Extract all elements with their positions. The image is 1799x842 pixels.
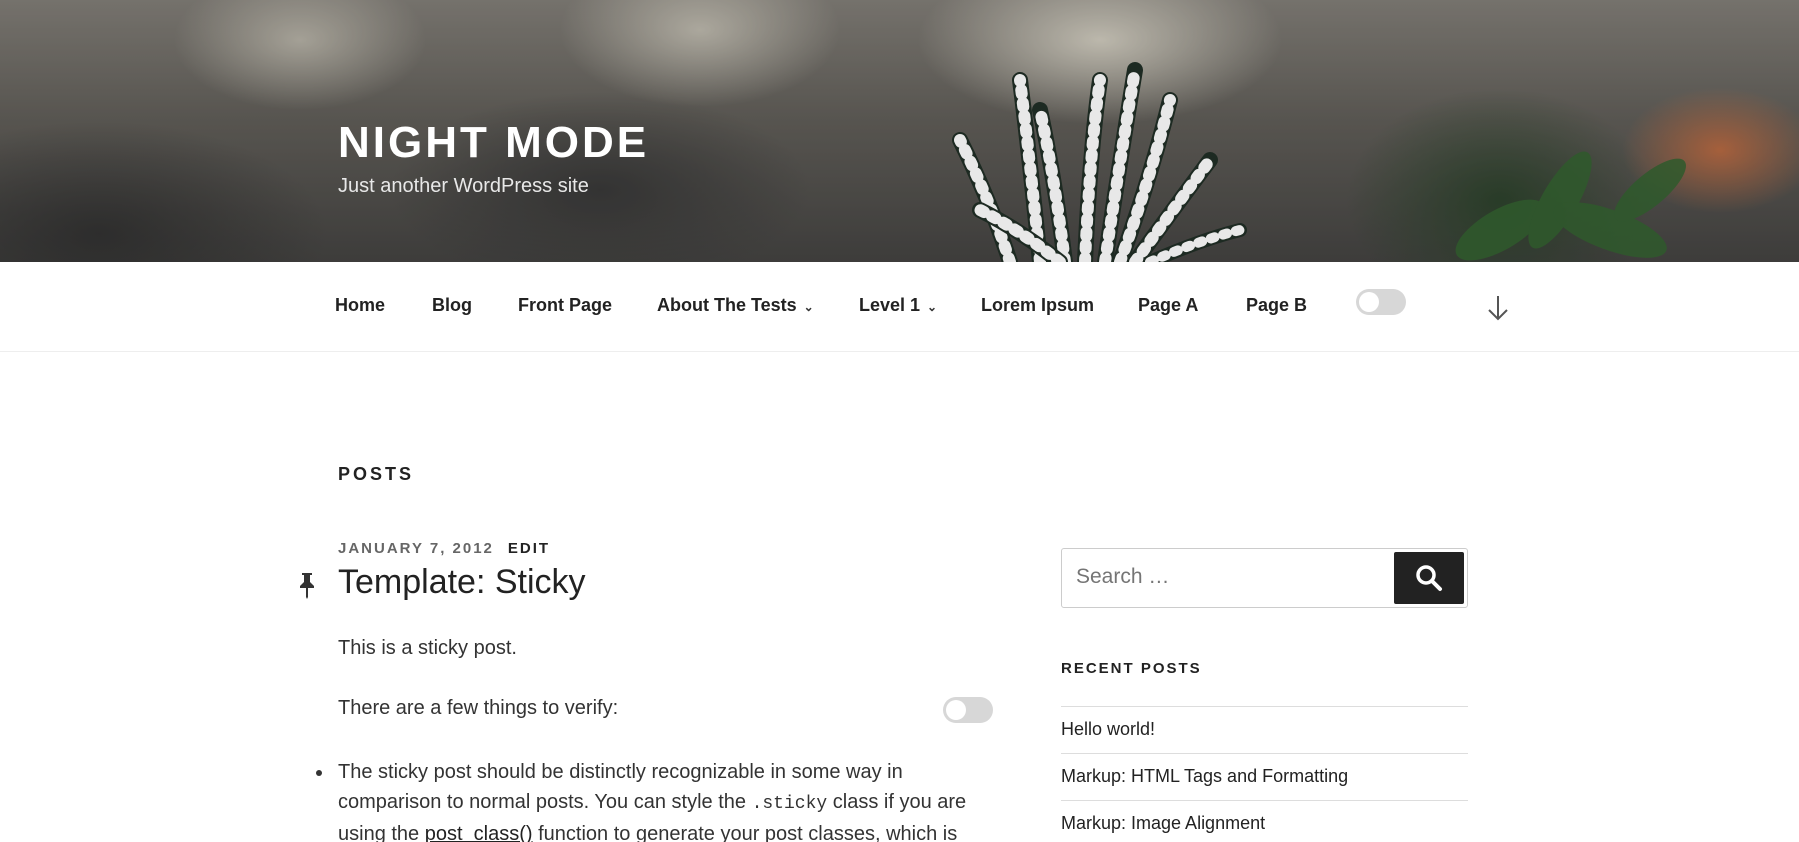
site-description: Just another WordPress site — [338, 175, 589, 197]
nav-item-label: Front Page — [518, 295, 613, 315]
search-icon — [1416, 565, 1442, 591]
scroll-down-arrow-icon[interactable] — [1486, 293, 1510, 323]
nav-item-page-a[interactable]: Page A — [1138, 295, 1198, 316]
page-heading: POSTS — [338, 464, 415, 484]
nav-item-label: Lorem Ipsum — [981, 295, 1095, 315]
nav-item-front-page[interactable]: Front Page — [518, 295, 612, 316]
night-mode-toggle-inline[interactable] — [943, 697, 993, 723]
post-title[interactable]: Template: Sticky — [338, 563, 586, 602]
recent-post-item[interactable]: Markup: Image Alignment — [1061, 800, 1468, 842]
site-title[interactable]: NIGHT MODE — [338, 118, 649, 168]
post-class-link[interactable]: post_class() — [425, 823, 533, 842]
toggle-knob — [946, 700, 966, 720]
post-paragraph: This is a sticky post. — [338, 637, 517, 659]
nav-item-label: Home — [335, 295, 386, 315]
header-image-shadow — [0, 120, 330, 262]
post-bullet-list: The sticky post should be distinctly rec… — [316, 757, 998, 842]
site-header: NIGHT MODE Just another WordPress site — [0, 0, 1799, 262]
recent-post-item[interactable]: Markup: HTML Tags and Formatting — [1061, 753, 1468, 800]
bullet-dot — [316, 770, 322, 776]
nav-item-page-b[interactable]: Page B — [1246, 295, 1307, 316]
nav-item-blog[interactable]: Blog — [432, 295, 472, 316]
nav-item-level-1[interactable]: Level 1 ⌄ — [859, 295, 937, 316]
nav-item-label: Level 1 — [859, 295, 921, 315]
main-navigation: Home Blog Front Page About The Tests ⌄ Le… — [0, 262, 1799, 352]
header-background-plant — [1455, 151, 1686, 261]
search-button[interactable] — [1394, 552, 1464, 604]
night-mode-toggle[interactable] — [1356, 289, 1406, 315]
nav-item-label: About The Tests — [657, 295, 797, 315]
search-input[interactable] — [1076, 565, 1376, 589]
chevron-down-icon: ⌄ — [927, 299, 938, 314]
thumbtack-icon — [300, 573, 314, 599]
entry-meta: JANUARY 7, 2012 EDIT — [338, 540, 550, 557]
edit-link[interactable]: EDIT — [508, 540, 550, 557]
recent-posts-title: RECENT POSTS — [1061, 660, 1202, 677]
recent-posts-list: Hello world! Markup: HTML Tags and Forma… — [1061, 706, 1468, 842]
post-date[interactable]: JANUARY 7, 2012 — [338, 540, 494, 557]
nav-item-label: Blog — [432, 295, 472, 315]
toggle-knob — [1359, 292, 1379, 312]
search-form — [1061, 548, 1468, 608]
nav-item-label: Page A — [1138, 295, 1199, 315]
chevron-down-icon: ⌄ — [803, 299, 814, 314]
bullet-text: function to generate your post classes, … — [532, 823, 958, 842]
code-snippet: .sticky — [751, 794, 828, 814]
nav-item-home[interactable]: Home — [335, 295, 385, 316]
header-plant-image — [952, 62, 1247, 262]
nav-item-about-the-tests[interactable]: About The Tests ⌄ — [657, 295, 814, 316]
recent-post-item[interactable]: Hello world! — [1061, 706, 1468, 753]
nav-item-label: Page B — [1246, 295, 1308, 315]
post-paragraph: There are a few things to verify: — [338, 697, 619, 719]
nav-item-lorem-ipsum[interactable]: Lorem Ipsum — [981, 295, 1094, 316]
